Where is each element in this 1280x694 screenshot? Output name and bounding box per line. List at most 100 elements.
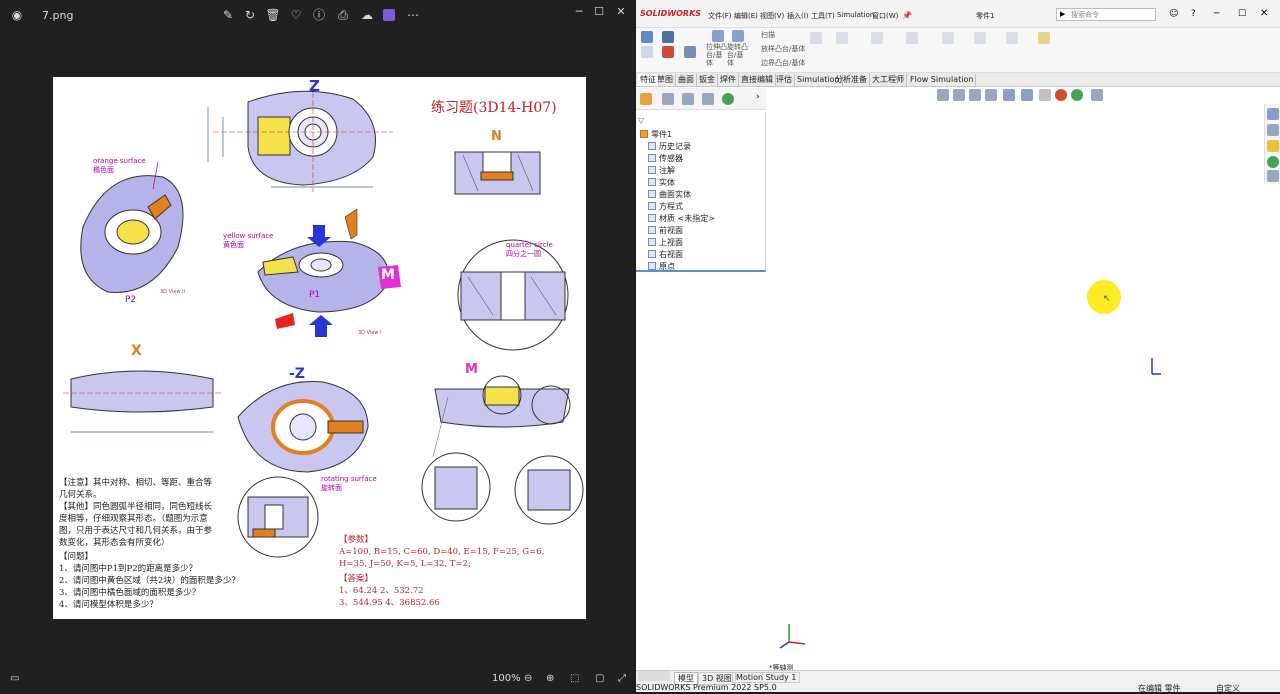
extrude-boss-label[interactable]: 拉伸凸台/基体 [706, 43, 728, 67]
actual-size-icon[interactable]: ▢ [595, 673, 604, 684]
tree-item[interactable]: 曲面实体 [648, 189, 691, 200]
command-tab[interactable]: Flow Simulation [908, 74, 977, 86]
loft-label[interactable]: 放样凸台/基体 [761, 45, 805, 53]
rib-icon[interactable] [906, 32, 918, 44]
command-tab[interactable]: 焊件 [718, 74, 739, 86]
view-palette-icon[interactable] [1267, 156, 1279, 168]
command-tab[interactable]: 草图 [655, 74, 676, 86]
options-icon[interactable] [684, 46, 696, 58]
command-tab[interactable]: 钣金 [697, 74, 718, 86]
fit-icon[interactable]: ⬚ [570, 673, 579, 684]
tab-scroll-buttons[interactable] [638, 671, 670, 681]
delete-icon[interactable]: 🗑 [264, 7, 282, 23]
pin-icon[interactable]: 📌 [902, 11, 912, 20]
heart-icon[interactable]: ♡ [287, 7, 305, 23]
property-manager-icon[interactable] [662, 93, 674, 105]
zoom-fit-icon[interactable] [937, 89, 949, 101]
tree-item[interactable]: 前视面 [648, 225, 683, 236]
menu-edit[interactable]: 编辑(E) [734, 11, 758, 21]
instant3d-icon[interactable] [1038, 32, 1050, 44]
minimize-icon[interactable]: ─ [1214, 9, 1219, 19]
feature-manager-icon[interactable] [640, 93, 652, 105]
view-orientation-icon[interactable] [1003, 89, 1015, 101]
tree-item[interactable]: 右视面 [648, 249, 683, 260]
scene-icon[interactable] [1071, 89, 1083, 101]
edit-appearance-icon[interactable] [1055, 89, 1067, 101]
tree-item[interactable]: 传感器 [648, 153, 683, 164]
revolve-boss-icon[interactable] [732, 30, 744, 42]
command-tab[interactable]: 评估 [774, 74, 795, 86]
new-icon[interactable] [641, 46, 653, 58]
account-icon[interactable]: ☺ [1169, 9, 1178, 19]
note-line: 图，只用于表达尺寸和几何关系，由于参 [59, 526, 213, 536]
command-tab[interactable]: 直接编辑 [739, 74, 776, 86]
menu-window[interactable]: 窗口(W) [872, 11, 898, 21]
filter-icon[interactable]: ▽ [638, 116, 644, 125]
section-view-icon[interactable] [985, 89, 997, 101]
print-icon[interactable]: ⎙ [334, 7, 352, 23]
traffic-light-icon[interactable] [662, 46, 674, 58]
configuration-manager-icon[interactable] [682, 93, 694, 105]
dimxpert-icon[interactable] [702, 93, 714, 105]
resources-icon[interactable] [1267, 108, 1279, 120]
menu-simulation[interactable]: Simulation [837, 11, 874, 19]
cut-icon[interactable] [810, 32, 822, 44]
sweep-label[interactable]: 扫描 [761, 31, 775, 39]
curves-icon[interactable] [1006, 32, 1018, 44]
status-units[interactable]: 自定义 [1216, 683, 1240, 694]
command-tab[interactable]: 大工程师 [870, 74, 907, 86]
maximize-icon[interactable]: ☐ [1238, 9, 1246, 19]
cloud-icon[interactable]: ☁ [358, 7, 376, 23]
rotate-icon[interactable]: ↻ [241, 7, 259, 23]
close-icon[interactable]: ✕ [612, 5, 630, 18]
tree-item[interactable]: 实体 [648, 177, 675, 188]
chevron-right-icon[interactable]: › [756, 92, 760, 102]
menu-file[interactable]: 文件(F) [708, 11, 732, 21]
search-command-box[interactable]: ▶ 搜索命令 [1056, 8, 1156, 21]
file-explorer-icon[interactable] [1267, 140, 1279, 152]
hide-show-icon[interactable] [1039, 89, 1051, 101]
menu-insert[interactable]: 插入(I) [787, 11, 809, 21]
extrude-boss-icon[interactable] [712, 30, 724, 42]
tree-item[interactable]: 上视面 [648, 237, 683, 248]
revolve-boss-label[interactable]: 旋转凸台/基体 [727, 43, 749, 67]
tree-item[interactable]: 方程式 [648, 201, 683, 212]
info-icon[interactable]: ⓘ [310, 7, 328, 23]
fillet-icon[interactable] [836, 32, 848, 44]
appearance-icon[interactable] [722, 93, 734, 105]
home-icon[interactable] [641, 31, 653, 43]
display-style-icon[interactable] [1021, 89, 1033, 101]
tree-item[interactable]: 材质 <未指定> [648, 213, 715, 224]
wrap-icon[interactable] [942, 32, 954, 44]
clipchamp-icon[interactable] [383, 9, 395, 21]
maximize-icon[interactable]: ☐ [590, 5, 608, 18]
help-icon[interactable]: ? [1191, 9, 1196, 19]
fullscreen-icon[interactable]: ⤢ [618, 673, 626, 684]
command-tab[interactable]: 分析准备 [833, 74, 870, 86]
film-strip-icon[interactable]: ▭ [10, 673, 19, 684]
tree-item[interactable]: 历史记录 [648, 141, 691, 152]
pattern-icon[interactable] [871, 32, 883, 44]
zoom-out-icon[interactable]: ⊖ [524, 673, 532, 684]
tab-motion-study[interactable]: Motion Study 1 [732, 672, 801, 683]
menu-view[interactable]: 视图(V) [760, 11, 784, 21]
save-icon[interactable] [662, 31, 674, 43]
boundary-label[interactable]: 边界凸台/基体 [761, 59, 805, 67]
tree-item[interactable]: 注解 [648, 165, 675, 176]
menu-tools[interactable]: 工具(T) [811, 11, 835, 21]
close-icon[interactable]: ✕ [1260, 8, 1268, 19]
more-icon[interactable]: ⋯ [404, 7, 422, 23]
reference-icon[interactable] [974, 32, 986, 44]
design-library-icon[interactable] [1267, 124, 1279, 136]
edit-icon[interactable]: ✎ [219, 7, 237, 23]
minimize-icon[interactable]: ─ [570, 5, 588, 18]
tree-root[interactable]: 零件1 [640, 129, 672, 140]
custom-properties-icon[interactable] [1267, 170, 1279, 182]
tree-item[interactable]: 原点 [648, 261, 675, 272]
zoom-in-icon[interactable]: ⊕ [546, 673, 554, 684]
zoom-area-icon[interactable] [953, 89, 965, 101]
command-tab[interactable]: 曲面 [676, 74, 697, 86]
view-settings-icon[interactable] [1091, 89, 1103, 101]
previous-view-icon[interactable] [969, 89, 981, 101]
graphics-area[interactable]: ↖ *等轴测 [767, 88, 1264, 673]
